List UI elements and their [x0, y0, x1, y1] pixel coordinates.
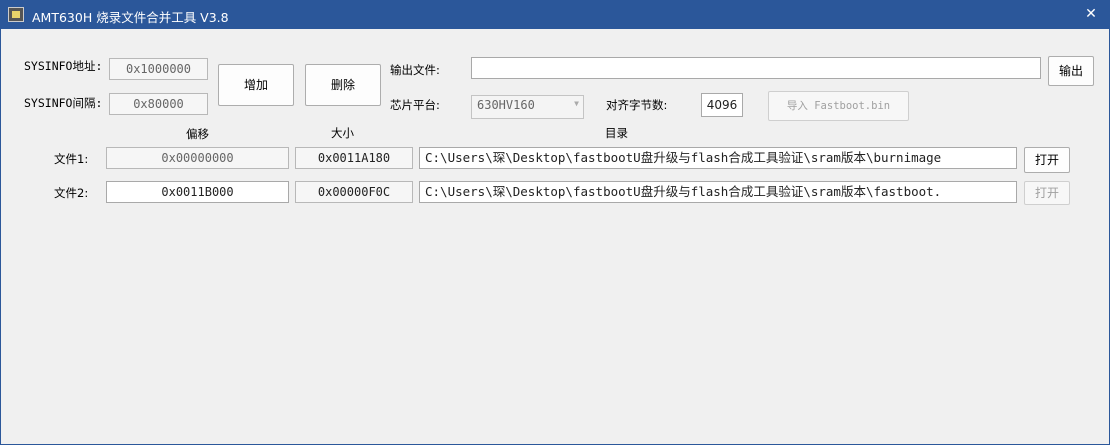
output-file-label: 输出文件:	[390, 63, 440, 77]
title-bar: AMT630H 烧录文件合并工具 V3.8 ✕	[1, 1, 1109, 29]
file1-offset-field[interactable]: 0x00000000	[106, 147, 289, 169]
file2-open-button[interactable]: 打开	[1024, 181, 1070, 205]
main-window: AMT630H 烧录文件合并工具 V3.8 ✕ SYSINFO地址: 0x100…	[0, 0, 1110, 445]
file1-label: 文件1:	[54, 152, 89, 166]
align-bytes-label: 对齐字节数:	[606, 98, 668, 112]
output-file-field[interactable]	[471, 57, 1041, 79]
file1-path-field[interactable]: C:\Users\琛\Desktop\fastbootU盘升级与flash合成工…	[419, 147, 1017, 169]
delete-button[interactable]: 删除	[305, 64, 381, 106]
file2-label: 文件2:	[54, 186, 89, 200]
size-column-header: 大小	[331, 126, 354, 140]
chip-platform-select[interactable]: 630HV160 ▼	[471, 95, 584, 119]
app-icon	[8, 7, 24, 22]
chevron-down-icon: ▼	[574, 99, 579, 108]
align-bytes-field[interactable]: 4096	[701, 93, 743, 117]
chip-platform-label: 芯片平台:	[390, 98, 440, 112]
chip-platform-value: 630HV160	[477, 98, 535, 112]
import-fastboot-button[interactable]: 导入 Fastboot.bin	[768, 91, 909, 121]
dir-column-header: 目录	[605, 126, 628, 140]
output-button[interactable]: 输出	[1048, 56, 1094, 86]
close-button[interactable]: ✕	[1073, 1, 1109, 29]
file2-path-field[interactable]: C:\Users\琛\Desktop\fastbootU盘升级与flash合成工…	[419, 181, 1017, 203]
file1-size-field[interactable]: 0x0011A180	[295, 147, 413, 169]
file2-offset-field[interactable]: 0x0011B000	[106, 181, 289, 203]
sysinfo-interval-label: SYSINFO间隔:	[24, 96, 103, 110]
file2-size-field[interactable]: 0x00000F0C	[295, 181, 413, 203]
file1-open-button[interactable]: 打开	[1024, 147, 1070, 173]
offset-column-header: 偏移	[186, 127, 209, 141]
add-button[interactable]: 增加	[218, 64, 294, 106]
sysinfo-addr-field[interactable]: 0x1000000	[109, 58, 208, 80]
sysinfo-addr-label: SYSINFO地址:	[24, 59, 103, 73]
sysinfo-interval-field[interactable]: 0x80000	[109, 93, 208, 115]
window-title: AMT630H 烧录文件合并工具 V3.8	[32, 10, 229, 25]
